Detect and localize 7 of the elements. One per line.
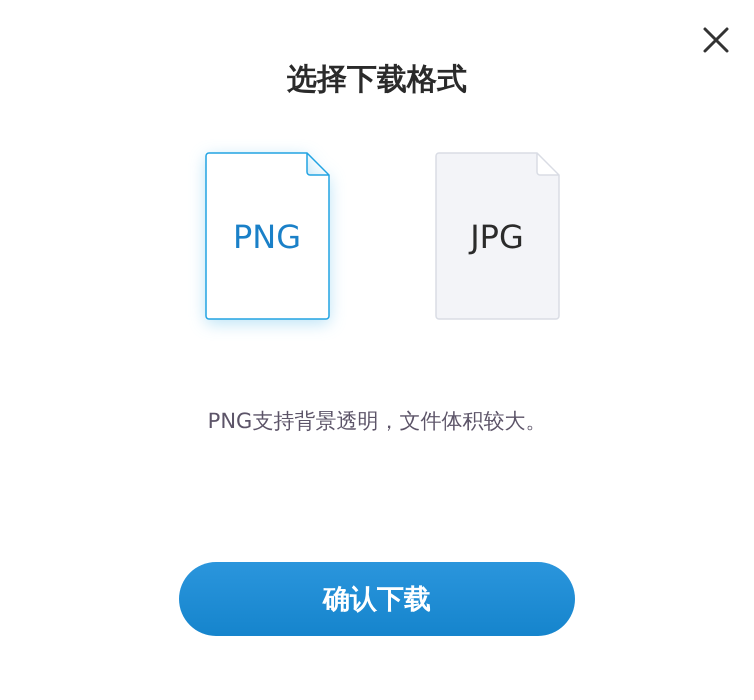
confirm-download-button[interactable]: 确认下载	[179, 562, 575, 636]
file-card[interactable]: JPG	[435, 152, 563, 322]
file-card[interactable]: PNG	[205, 152, 333, 322]
close-icon	[702, 26, 730, 54]
close-button[interactable]	[702, 26, 730, 54]
format-description: PNG支持背景透明，文件体积较大。	[208, 408, 546, 435]
dialog-title: 选择下载格式	[287, 61, 467, 99]
